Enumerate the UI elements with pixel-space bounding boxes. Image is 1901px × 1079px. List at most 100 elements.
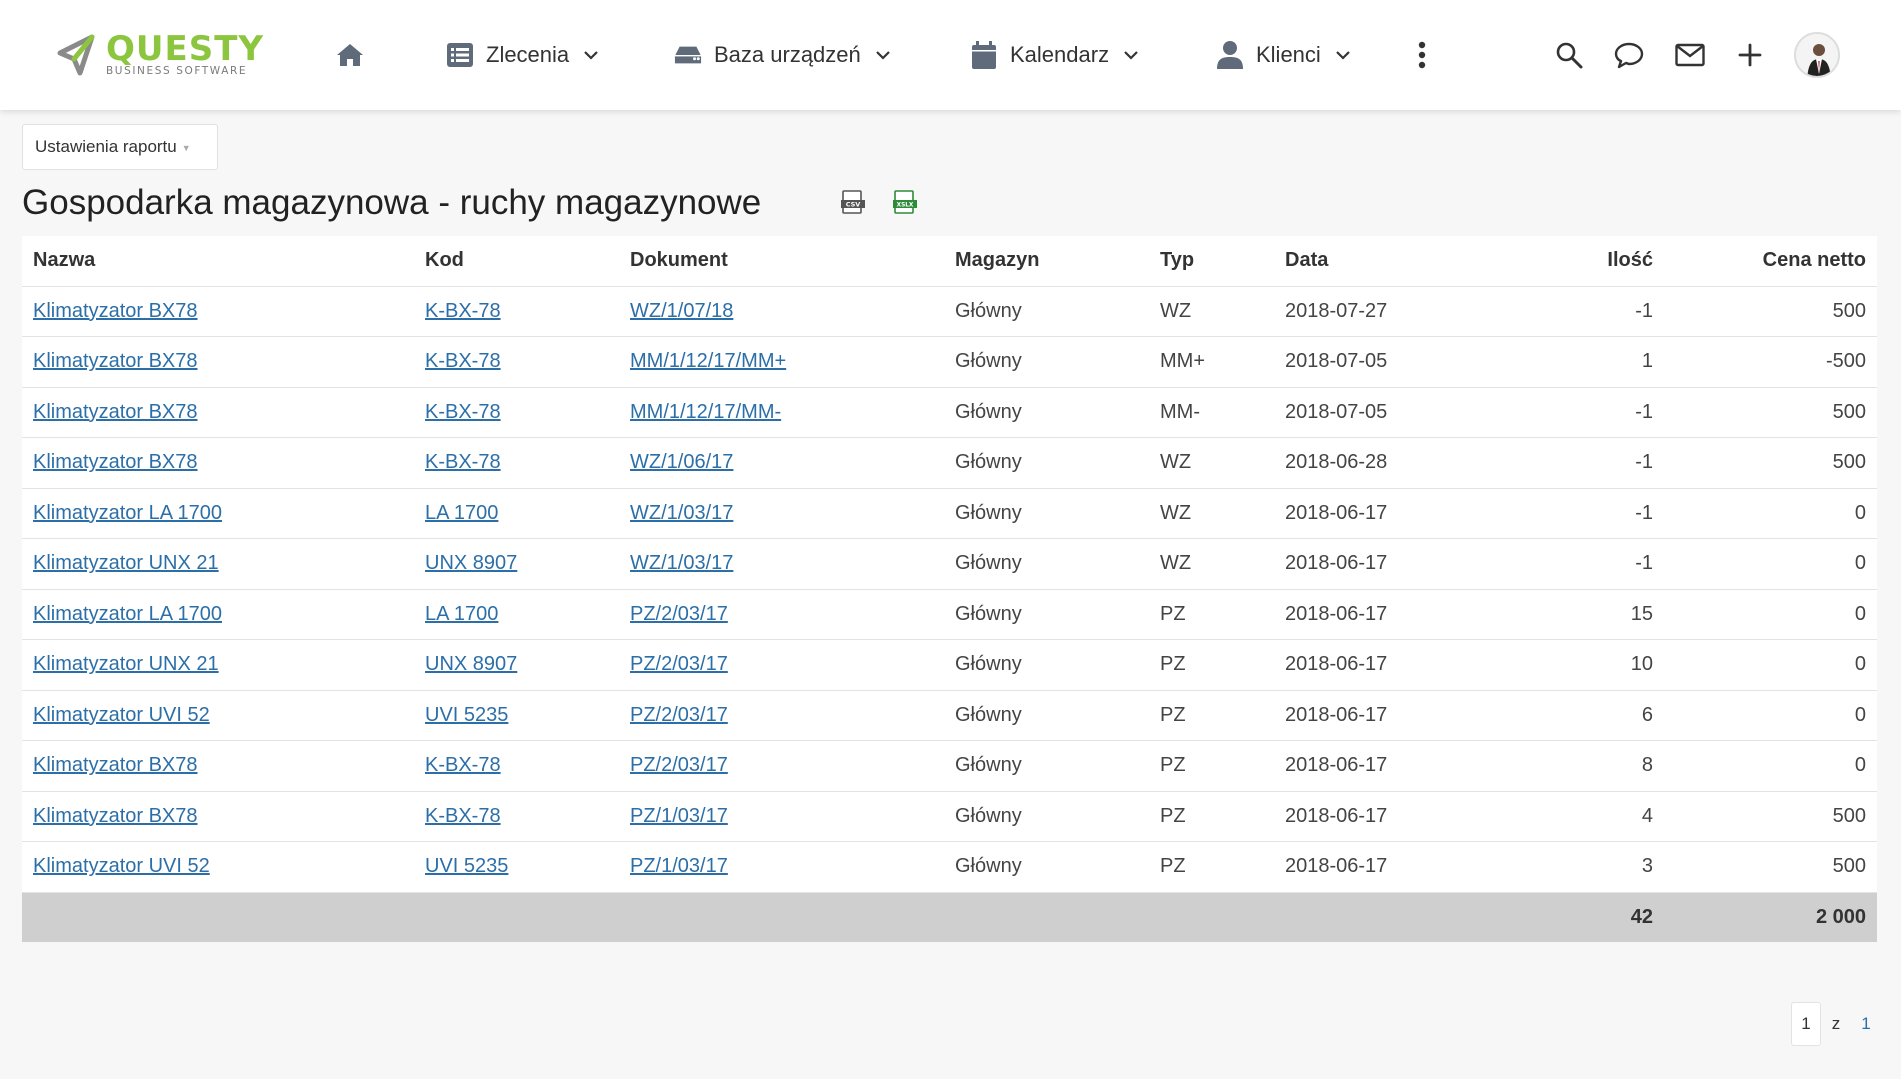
document-link[interactable]: PZ/2/03/17 xyxy=(630,653,728,675)
quantity-cell: 10 xyxy=(1474,639,1664,691)
net-price-cell: 0 xyxy=(1664,538,1877,590)
product-name-link[interactable]: Klimatyzator BX78 xyxy=(33,350,198,372)
mail-icon[interactable] xyxy=(1673,38,1707,72)
net-price-cell: 500 xyxy=(1664,286,1877,337)
csv-export-icon[interactable]: CSV xyxy=(840,190,866,216)
date-cell: 2018-06-17 xyxy=(1274,639,1474,691)
type-cell: PZ xyxy=(1149,639,1274,691)
nav-baza-urzadzen[interactable]: Baza urządzeń xyxy=(674,36,891,74)
xlsx-label: XSLX xyxy=(897,203,914,209)
table-row: Klimatyzator BX78 K-BX-78 MM/1/12/17/MM- Gł… xyxy=(22,387,1877,438)
product-code-link[interactable]: K-BX-78 xyxy=(425,451,501,473)
column-header-ilosc[interactable]: Ilość xyxy=(1474,236,1664,287)
warehouse-cell: Główny xyxy=(944,437,1149,489)
document-link[interactable]: PZ/2/03/17 xyxy=(630,603,728,625)
column-header-kod[interactable]: Kod xyxy=(414,236,619,287)
column-header-nazwa[interactable]: Nazwa xyxy=(22,236,414,287)
product-name-link[interactable]: Klimatyzator UNX 21 xyxy=(33,552,219,574)
document-link[interactable]: PZ/1/03/17 xyxy=(630,855,728,877)
document-link[interactable]: PZ/2/03/17 xyxy=(630,754,728,776)
product-name-link[interactable]: Klimatyzator BX78 xyxy=(33,805,198,827)
product-code-link[interactable]: UNX 8907 xyxy=(425,552,517,574)
totals-row: 42 2 000 xyxy=(22,892,1877,942)
pagination-total-pages[interactable]: 1 xyxy=(1851,1002,1881,1046)
table-row: Klimatyzator UVI 52 UVI 5235 PZ/2/03/17 Głó… xyxy=(22,690,1877,741)
nav-klienci[interactable]: Klienci xyxy=(1216,36,1351,74)
product-name-link[interactable]: Klimatyzator UVI 52 xyxy=(33,855,210,877)
net-price-cell: -500 xyxy=(1664,336,1877,388)
warehouse-cell: Główny xyxy=(944,791,1149,842)
table-row: Klimatyzator LA 1700 LA 1700 WZ/1/03/17 Głó… xyxy=(22,488,1877,539)
product-name-link[interactable]: Klimatyzator LA 1700 xyxy=(33,502,222,524)
column-header-magazyn[interactable]: Magazyn xyxy=(944,236,1149,287)
quantity-cell: 8 xyxy=(1474,740,1664,792)
product-code-link[interactable]: K-BX-78 xyxy=(425,401,501,423)
product-code-link[interactable]: K-BX-78 xyxy=(425,350,501,372)
report-table: Nazwa Kod Dokument Magazyn Typ Data Iloś… xyxy=(22,236,1877,942)
questy-logo-icon xyxy=(57,34,95,76)
total-ilosc: 42 xyxy=(1474,892,1664,942)
product-code-link[interactable]: K-BX-78 xyxy=(425,805,501,827)
product-code-link[interactable]: K-BX-78 xyxy=(425,754,501,776)
warehouse-cell: Główny xyxy=(944,841,1149,893)
date-cell: 2018-06-17 xyxy=(1274,488,1474,539)
document-link[interactable]: WZ/1/03/17 xyxy=(630,552,733,574)
document-link[interactable]: WZ/1/03/17 xyxy=(630,502,733,524)
questy-logo[interactable]: QUESTY BUSINESS SOFTWARE xyxy=(52,30,292,80)
search-icon[interactable] xyxy=(1552,38,1586,72)
plus-icon[interactable] xyxy=(1733,38,1767,72)
product-code-link[interactable]: LA 1700 xyxy=(425,603,498,625)
more-vertical-icon[interactable] xyxy=(1410,38,1434,72)
product-name-link[interactable]: Klimatyzator BX78 xyxy=(33,401,198,423)
product-name-link[interactable]: Klimatyzator UVI 52 xyxy=(33,704,210,726)
avatar[interactable] xyxy=(1794,32,1840,78)
nav-zlecenia[interactable]: Zlecenia xyxy=(446,36,599,74)
date-cell: 2018-06-17 xyxy=(1274,538,1474,590)
type-cell: PZ xyxy=(1149,841,1274,893)
chevron-down-icon xyxy=(583,47,599,63)
chevron-down-icon xyxy=(1123,47,1139,63)
chat-icon[interactable] xyxy=(1612,38,1646,72)
top-navigation-bar: QUESTY BUSINESS SOFTWARE Zlecenia Baza u… xyxy=(0,0,1901,110)
brand-name: QUESTY xyxy=(106,29,265,69)
report-settings-label: Ustawienia raportu xyxy=(35,137,177,156)
xlsx-export-icon[interactable]: XSLX xyxy=(892,190,918,216)
product-name-link[interactable]: Klimatyzator BX78 xyxy=(33,754,198,776)
product-name-link[interactable]: Klimatyzator BX78 xyxy=(33,451,198,473)
quantity-cell: 3 xyxy=(1474,841,1664,893)
pagination-current-page[interactable]: 1 xyxy=(1791,1002,1821,1046)
document-link[interactable]: MM/1/12/17/MM- xyxy=(630,401,781,423)
nav-baza-urzadzen-label: Baza urządzeń xyxy=(714,42,861,67)
column-header-cena-netto[interactable]: Cena netto xyxy=(1664,236,1877,287)
type-cell: PZ xyxy=(1149,690,1274,741)
home-icon[interactable] xyxy=(334,40,366,70)
product-code-link[interactable]: UVI 5235 xyxy=(425,704,508,726)
type-cell: PZ xyxy=(1149,740,1274,792)
column-header-data[interactable]: Data xyxy=(1274,236,1474,287)
product-name-link[interactable]: Klimatyzator LA 1700 xyxy=(33,603,222,625)
table-row: Klimatyzator BX78 K-BX-78 PZ/2/03/17 Główny… xyxy=(22,740,1877,792)
report-settings-button[interactable]: Ustawienia raportu ▼ xyxy=(22,124,218,170)
document-link[interactable]: WZ/1/07/18 xyxy=(630,300,733,322)
date-cell: 2018-06-17 xyxy=(1274,589,1474,640)
nav-kalendarz[interactable]: Kalendarz xyxy=(970,36,1139,74)
product-code-link[interactable]: UNX 8907 xyxy=(425,653,517,675)
nav-klienci-label: Klienci xyxy=(1256,42,1321,67)
document-link[interactable]: PZ/2/03/17 xyxy=(630,704,728,726)
product-name-link[interactable]: Klimatyzator BX78 xyxy=(33,300,198,322)
document-link[interactable]: WZ/1/06/17 xyxy=(630,451,733,473)
chevron-down-icon xyxy=(1335,47,1351,63)
quantity-cell: 4 xyxy=(1474,791,1664,842)
document-link[interactable]: MM/1/12/17/MM+ xyxy=(630,350,786,372)
product-code-link[interactable]: LA 1700 xyxy=(425,502,498,524)
total-cena-netto: 2 000 xyxy=(1664,892,1877,942)
column-header-typ[interactable]: Typ xyxy=(1149,236,1274,287)
product-name-link[interactable]: Klimatyzator UNX 21 xyxy=(33,653,219,675)
quantity-cell: -1 xyxy=(1474,538,1664,590)
product-code-link[interactable]: UVI 5235 xyxy=(425,855,508,877)
column-header-dokument[interactable]: Dokument xyxy=(619,236,944,287)
product-code-link[interactable]: K-BX-78 xyxy=(425,300,501,322)
document-link[interactable]: PZ/1/03/17 xyxy=(630,805,728,827)
warehouse-cell: Główny xyxy=(944,488,1149,539)
date-cell: 2018-06-17 xyxy=(1274,791,1474,842)
